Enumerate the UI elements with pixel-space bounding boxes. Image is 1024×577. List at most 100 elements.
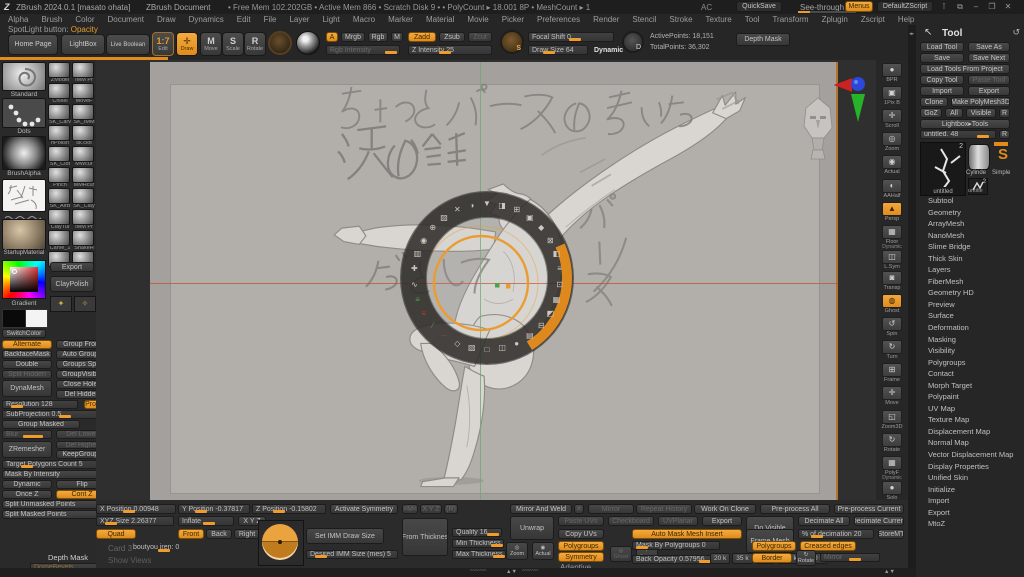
brush-shortcut[interactable]: SK_AirB [48,188,72,209]
mirror-axis-button[interactable]: ✕ [574,504,584,514]
menu-item[interactable]: Tool [745,15,760,24]
menu-item[interactable]: Light [322,15,339,24]
window-control-icon[interactable]: ❐ [986,2,998,12]
goz-visible-button[interactable]: Visible [966,108,996,118]
menu-item[interactable]: Layer [289,15,309,24]
menu-item[interactable]: Zplugin [822,15,848,24]
palette-section[interactable]: Slime Bridge [920,241,1020,253]
imm-size-preview[interactable] [258,520,304,566]
tool-r-button[interactable]: R [999,130,1010,139]
brush-shortcut[interactable]: SnakeH [72,230,96,251]
mrgb-button[interactable]: Mrgb [341,32,365,42]
ghost-button[interactable]: ◍Ghost [610,546,632,562]
shelf-button[interactable]: ◐ AAHalf [876,175,908,198]
shelf-button[interactable]: ◉ Actual [876,152,908,175]
blur-slider[interactable]: Blur [2,430,52,439]
preprocess-all-button[interactable]: Pre-process All [760,504,830,514]
dm-polygroups-button[interactable]: Polygroups [752,541,796,551]
focal-shift-slider[interactable]: Focal Shift 0 [528,32,614,42]
xyz-size-slider[interactable]: XYZ Size 2.26377 [96,516,174,526]
window-control-icon[interactable]: ⊺ [938,2,950,12]
mirror-dim-slider[interactable]: Mirror [820,553,880,562]
brush-shortcut[interactable]: MoveF [72,83,96,104]
menu-item[interactable]: Dynamics [189,15,224,24]
default-zscript-button[interactable]: DefaultZScript [877,1,933,12]
group-masked-button[interactable]: Group Masked [2,420,80,429]
actual-doc-button[interactable]: ◉Actual [532,542,554,560]
palette-section[interactable]: Visibility [920,345,1020,357]
quicksave-button[interactable]: QuickSave [736,1,782,12]
shelf-button[interactable]: ▦ Floor [876,222,908,245]
repeat-history-button[interactable]: Repeat History [636,504,692,514]
brush-shortcut[interactable]: hPolish [48,125,72,146]
menu-item[interactable]: Stroke [669,15,692,24]
export-button[interactable]: Export [50,262,94,272]
palette-section[interactable]: Morph Target [920,380,1020,392]
dynamic-button[interactable]: Dynamic [2,480,52,489]
card-label[interactable]: Card 3 [108,544,132,553]
palette-section[interactable]: NanoMesh [920,230,1020,242]
cylinder-tool-thumbnail[interactable] [968,144,990,170]
save-next-button[interactable]: Save Next [968,53,1010,63]
secondary-color-swatch[interactable] [25,309,48,328]
border-button[interactable]: Border [752,553,792,563]
menu-item[interactable]: Brush [41,15,62,24]
menu-item[interactable]: Zscript [861,15,885,24]
palette-section[interactable]: Initialize [920,484,1020,496]
palette-section[interactable]: Texture Map [920,414,1020,426]
shelf-button[interactable]: ● BPR [876,60,908,83]
backface-mask-button[interactable]: BackfaceMask [2,350,52,359]
menu-item[interactable]: File [264,15,277,24]
current-brush-thumbnail[interactable] [2,62,46,91]
camera-head-preview[interactable] [800,94,836,160]
brush-shortcut[interactable]: SK_Clot [48,146,72,167]
shelf-button[interactable]: ▦ PolyF [876,453,908,476]
shelf-button[interactable]: ◱ Zoom3D [876,406,908,429]
checkboard-button[interactable]: Checkboard [608,516,654,526]
switch-color-button[interactable]: SwitchColor [2,329,46,338]
shelf-button[interactable]: ⊞ Frame [876,360,908,383]
zremesher-button[interactable]: ZRemesher [2,441,52,458]
double-button[interactable]: Double [2,360,52,369]
uv-polygroups-button[interactable]: Polygroups [558,541,604,551]
rotate-button[interactable]: R Rotate [244,32,266,56]
palette-refresh-icon[interactable]: ↺ [1012,27,1020,38]
quality-slider[interactable]: Quality 16 [452,528,502,537]
bottom-tray-handle[interactable]: ▲▼ [506,569,517,575]
palette-section[interactable]: Polygroups [920,357,1020,369]
import-button[interactable]: Import [920,86,964,96]
scale-button[interactable]: S Scale [222,32,244,56]
simple-brush-thumbnail[interactable]: S [994,146,1012,168]
palette-section[interactable]: Contact [920,368,1020,380]
menu-item[interactable]: Preferences [537,15,580,24]
brush-shortcut[interactable]: SK_IMM [72,104,96,125]
set-imm-draw-size-button[interactable]: Set IMM Draw Size [306,528,384,544]
brush-icon[interactable] [268,31,292,55]
paste-tool-button[interactable]: Paste Tool [968,75,1010,85]
split-unmasked-points-button[interactable]: Split Unmasked Points [2,500,108,509]
auto-mask-mesh-insert-button[interactable]: Auto Mask Mesh Insert [632,529,742,539]
home-page-button[interactable]: Home Page [8,34,58,55]
m-button[interactable]: M [391,32,403,42]
current-stroke-thumbnail[interactable] [2,98,46,128]
shelf-button[interactable]: ◎ Zoom [876,129,908,152]
menu-item[interactable]: Transform [772,15,808,24]
palette-section[interactable]: Normal Map [920,437,1020,449]
mask-by-polygroups-slider[interactable]: Mask By Polygroups 0 [632,541,720,550]
material-a-button[interactable]: A [326,32,338,42]
menu-item[interactable]: Marker [388,15,413,24]
xyz-button[interactable]: X Y Z [420,504,442,514]
right-button[interactable]: Right [234,529,260,539]
pct-decimation-slider[interactable]: % of decimation 20 [798,529,874,539]
back-button[interactable]: Back [206,529,232,539]
shelf-button[interactable]: ↻ Turn [876,337,908,360]
brush-shortcut[interactable]: MWcur [72,146,96,167]
depth-mask-button[interactable]: Depth Mask [736,33,790,46]
m-mid-button[interactable]: >M< [402,504,418,514]
work-on-clone-button[interactable]: Work On Clone [694,504,756,514]
inflate-slider[interactable]: Inflate [178,516,234,526]
split-hidden-button[interactable]: Split Hidden [2,370,52,379]
min-thickness-slider[interactable]: Min Thickness [452,539,504,548]
menu-item[interactable]: Draw [157,15,176,24]
current-tool-thumbnail[interactable]: 2 untitled [920,142,966,196]
